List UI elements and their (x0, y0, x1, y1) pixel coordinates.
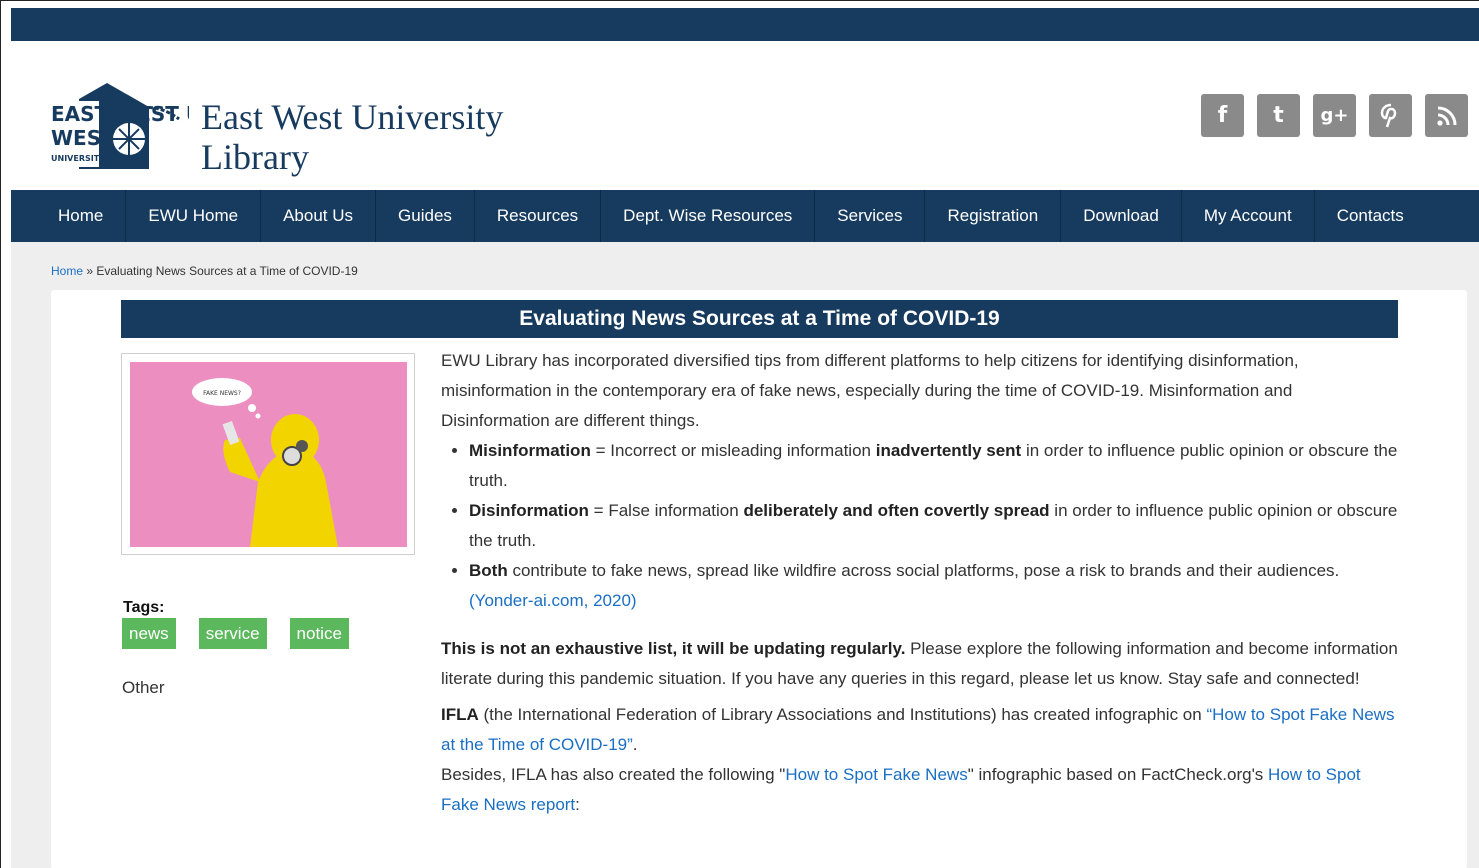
nav-contacts[interactable]: Contacts (1315, 190, 1426, 242)
bullet-emphasis: deliberately and often covertly spread (743, 501, 1050, 520)
fake-news-image: FAKE NEWS? (130, 362, 407, 547)
rss-icon[interactable] (1425, 94, 1468, 137)
ifla-paragraph: IFLA (the International Federation of Li… (441, 700, 1401, 760)
image-caption: FAKE NEWS? (203, 390, 241, 397)
spot-fake-news-link[interactable]: How to Spot Fake News (785, 765, 967, 784)
post-category: Other (122, 678, 165, 697)
nav-services[interactable]: Services (815, 190, 926, 242)
university-logo-icon[interactable]: EAST WEST UNIVERSITY WEST UNIVERSITY (49, 77, 189, 169)
tag-list: news service notice (122, 618, 349, 649)
besides-end: : (575, 795, 580, 814)
site-title[interactable]: East West University Library (201, 97, 503, 177)
google-plus-icon[interactable]: g+ (1313, 94, 1356, 137)
breadcrumb-separator: » (83, 264, 97, 278)
nav-guides[interactable]: Guides (376, 190, 475, 242)
tag-service[interactable]: service (198, 618, 267, 649)
tag-notice[interactable]: notice (289, 618, 349, 649)
besides-mid: " infographic based on FactCheck.org's (967, 765, 1269, 784)
term-both: Both (469, 561, 508, 580)
site-title-line1: East West University (201, 97, 504, 137)
breadcrumb: Home » Evaluating News Sources at a Time… (51, 264, 358, 278)
browser-page: EAST WEST UNIVERSITY WEST UNIVERSITY Eas… (0, 0, 1479, 868)
svg-text:WEST: WEST (51, 126, 115, 150)
post-thumbnail[interactable]: FAKE NEWS? (121, 353, 415, 555)
nav-about-us[interactable]: About Us (261, 190, 377, 242)
nav-ewu-home[interactable]: EWU Home (126, 190, 262, 242)
site-title-line2: Library (201, 137, 309, 177)
intro-paragraph: EWU Library has incorporated diversified… (441, 351, 1299, 430)
nav-my-account[interactable]: My Account (1182, 190, 1315, 242)
post-body: EWU Library has incorporated diversified… (441, 346, 1401, 820)
nav-resources[interactable]: Resources (475, 190, 602, 242)
definition-list: Misinformation = Incorrect or misleading… (469, 436, 1401, 616)
list-item: Disinformation = False information delib… (469, 496, 1401, 556)
list-item: Both contribute to fake news, spread lik… (469, 556, 1401, 616)
top-bar (11, 8, 1479, 41)
site-header: EAST WEST UNIVERSITY WEST UNIVERSITY Eas… (11, 41, 1479, 190)
nav-registration[interactable]: Registration (925, 190, 1062, 242)
besides-text: Besides, IFLA has also created the follo… (441, 765, 786, 784)
pinterest-icon[interactable] (1369, 94, 1412, 137)
term-disinformation: Disinformation (469, 501, 589, 520)
breadcrumb-home-link[interactable]: Home (51, 264, 83, 278)
ifla-text: (the International Federation of Library… (478, 705, 1207, 724)
ifla-bold: IFLA (441, 705, 479, 724)
social-links: f t g+ (1201, 94, 1468, 137)
post-title: Evaluating News Sources at a Time of COV… (121, 300, 1398, 338)
tags-label: Tags: (123, 599, 165, 616)
bullet-text: = Incorrect or misleading information (590, 441, 876, 460)
logo-wordmark: EAST WEST UNIVERSITY (51, 102, 189, 126)
main-nav: Home EWU Home About Us Guides Resources … (11, 190, 1479, 242)
notice-paragraph: This is not an exhaustive list, it will … (441, 634, 1401, 694)
facebook-icon[interactable]: f (1201, 94, 1244, 137)
breadcrumb-current: Evaluating News Sources at a Time of COV… (96, 264, 358, 278)
besides-paragraph: Besides, IFLA has also created the follo… (441, 760, 1401, 820)
svg-text:UNIVERSITY: UNIVERSITY (51, 154, 105, 163)
tag-news[interactable]: news (122, 618, 176, 649)
list-item: Misinformation = Incorrect or misleading… (469, 436, 1401, 496)
term-misinformation: Misinformation (469, 441, 591, 460)
bullet-text: = False information (588, 501, 744, 520)
bullet-emphasis: inadvertently sent (875, 441, 1022, 460)
nav-dept-wise-resources[interactable]: Dept. Wise Resources (601, 190, 816, 242)
notice-bold: This is not an exhaustive list, it will … (441, 639, 906, 658)
twitter-icon[interactable]: t (1257, 94, 1300, 137)
yonder-citation-link[interactable]: (Yonder-ai.com, 2020) (469, 591, 637, 610)
nav-home[interactable]: Home (11, 190, 127, 242)
ifla-end: . (632, 735, 638, 754)
bullet-text: contribute to fake news, spread like wil… (507, 561, 1349, 580)
nav-download[interactable]: Download (1061, 190, 1182, 242)
